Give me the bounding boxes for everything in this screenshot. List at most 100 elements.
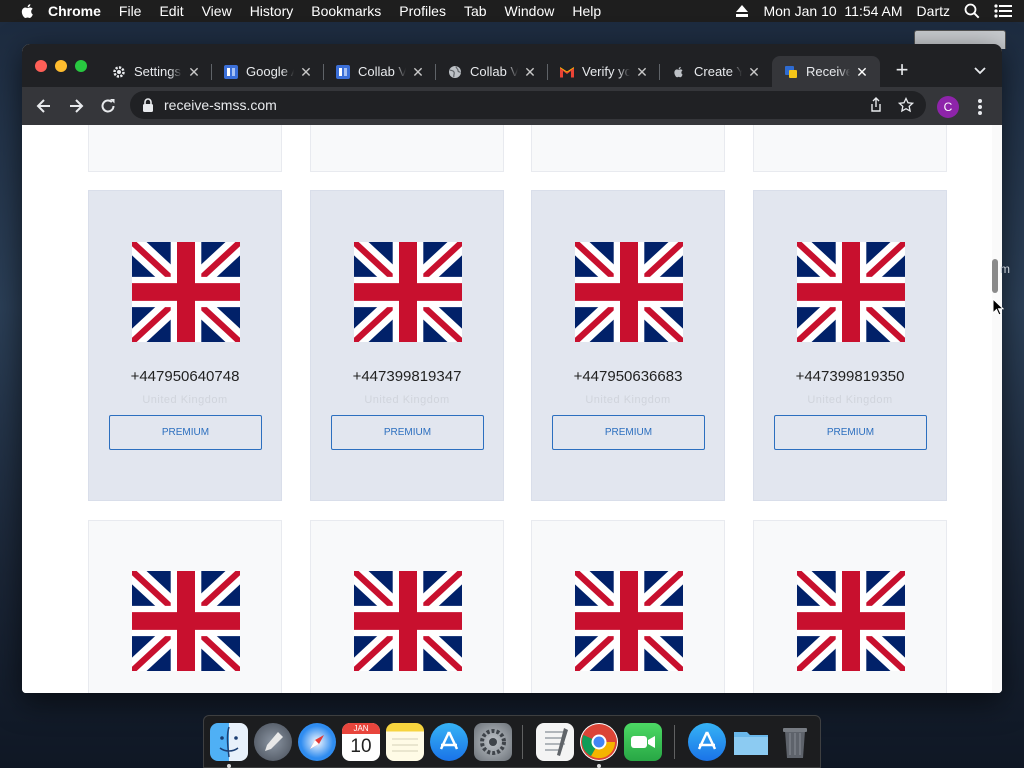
menu-edit[interactable]: Edit — [159, 3, 183, 19]
tab-receive-smss[interactable]: Receive ✕ — [772, 56, 880, 87]
number-card[interactable] — [88, 520, 282, 693]
tab-close-icon[interactable]: ✕ — [746, 64, 762, 80]
premium-button[interactable]: PREMIUM — [552, 415, 705, 450]
chrome-window: Settings ✕ Google Ads ✕ Collab Voice ✕ C… — [22, 44, 1002, 693]
tab-close-icon[interactable]: ✕ — [410, 64, 426, 80]
number-card[interactable] — [753, 520, 947, 693]
notes-icon[interactable] — [386, 723, 424, 761]
reload-icon[interactable] — [98, 96, 118, 116]
menu-window[interactable]: Window — [505, 3, 555, 19]
back-arrow-icon[interactable] — [34, 96, 54, 116]
menu-history[interactable]: History — [250, 3, 294, 19]
tab-title: Verify your — [582, 64, 630, 79]
premium-button[interactable]: PREMIUM — [774, 415, 927, 450]
tab-close-icon[interactable]: ✕ — [854, 64, 870, 80]
system-preferences-icon[interactable] — [474, 723, 512, 761]
number-card-partial[interactable] — [310, 125, 504, 172]
launchpad-icon[interactable] — [254, 723, 292, 761]
apple-menu-icon[interactable] — [20, 3, 36, 19]
address-bar[interactable]: receive-smss.com — [130, 91, 926, 119]
background-window-text: m — [1000, 262, 1010, 276]
window-minimize-button[interactable] — [55, 60, 67, 72]
number-card-partial[interactable] — [753, 125, 947, 172]
url-text[interactable]: receive-smss.com — [164, 91, 277, 119]
uk-flag-icon — [575, 571, 683, 671]
menubar-clock[interactable]: Mon Jan 10 11:54 AM — [763, 3, 902, 19]
menu-help[interactable]: Help — [572, 3, 601, 19]
lock-icon[interactable] — [142, 98, 154, 112]
tab-gmail-verify[interactable]: Verify your ✕ — [548, 56, 660, 87]
menu-tab[interactable]: Tab — [464, 3, 487, 19]
uk-flag-icon — [354, 571, 462, 671]
more-menu-icon[interactable] — [977, 96, 983, 118]
downloads-folder-icon[interactable] — [732, 723, 770, 761]
tab-create-apple-id[interactable]: Create Your ✕ — [660, 56, 772, 87]
app-store-icon[interactable] — [430, 723, 468, 761]
tab-settings[interactable]: Settings ✕ — [100, 56, 212, 87]
google-ads-icon — [336, 64, 350, 79]
app-store-folder-icon[interactable] — [688, 723, 726, 761]
country-label: United Kingdom — [807, 394, 893, 406]
premium-button[interactable]: PREMIUM — [331, 415, 484, 450]
trash-icon[interactable] — [776, 723, 814, 761]
tab-close-icon[interactable]: ✕ — [298, 64, 314, 80]
tab-strip: Settings ✕ Google Ads ✕ Collab Voice ✕ C… — [22, 44, 1002, 87]
menu-view[interactable]: View — [202, 3, 232, 19]
running-indicator — [227, 764, 231, 768]
tab-title: Create Your — [694, 64, 742, 79]
tab-google-ads[interactable]: Google Ads ✕ — [212, 56, 324, 87]
tab-collab-voice-1[interactable]: Collab Voice ✕ — [324, 56, 436, 87]
menu-bookmarks[interactable]: Bookmarks — [311, 3, 381, 19]
finder-icon[interactable] — [210, 723, 248, 761]
chrome-icon[interactable] — [580, 723, 618, 761]
number-card-premium[interactable]: +447950640748 United Kingdom PREMIUM — [88, 190, 282, 501]
number-card-premium[interactable]: +447950636683 United Kingdom PREMIUM — [531, 190, 725, 501]
window-maximize-button[interactable] — [75, 60, 87, 72]
tab-collab-voice-2[interactable]: Collab Voice ✕ — [436, 56, 548, 87]
tab-title: Collab Voice — [470, 64, 518, 79]
menu-file[interactable]: File — [119, 3, 142, 19]
window-close-button[interactable] — [35, 60, 47, 72]
dock-separator — [674, 725, 675, 759]
number-card-premium[interactable]: +447399819347 United Kingdom PREMIUM — [310, 190, 504, 501]
apple-icon — [672, 65, 686, 79]
bookmark-star-icon[interactable] — [898, 97, 914, 113]
menu-profiles[interactable]: Profiles — [399, 3, 446, 19]
uk-flag-icon — [797, 571, 905, 671]
tab-close-icon[interactable]: ✕ — [522, 64, 538, 80]
country-label: United Kingdom — [142, 394, 228, 406]
eject-icon[interactable] — [735, 5, 749, 17]
calendar-day: 10 — [350, 736, 372, 757]
uk-flag-icon — [797, 242, 905, 342]
tab-close-icon[interactable]: ✕ — [186, 64, 202, 80]
new-tab-button[interactable]: + — [892, 59, 912, 81]
number-card-partial[interactable] — [531, 125, 725, 172]
number-card[interactable] — [310, 520, 504, 693]
calendar-icon[interactable]: JAN 10 — [342, 723, 380, 761]
phone-number: +447399819347 — [352, 368, 462, 385]
number-card-partial[interactable] — [88, 125, 282, 172]
dock-separator — [522, 725, 523, 759]
forward-arrow-icon[interactable] — [66, 96, 86, 116]
gear-icon — [112, 65, 126, 79]
tab-close-icon[interactable]: ✕ — [634, 64, 650, 80]
spotlight-search-icon[interactable] — [964, 3, 980, 19]
page-scrollbar-track[interactable] — [992, 125, 1002, 693]
page-scrollbar-thumb[interactable] — [992, 259, 998, 293]
phone-number: +447399819350 — [795, 368, 905, 385]
safari-icon[interactable] — [298, 723, 336, 761]
gmail-icon — [560, 65, 574, 79]
calendar-month: JAN — [342, 723, 380, 734]
control-center-icon[interactable] — [994, 4, 1012, 18]
share-icon[interactable] — [868, 97, 884, 113]
premium-button[interactable]: PREMIUM — [109, 415, 262, 450]
number-card-premium[interactable]: +447399819350 United Kingdom PREMIUM — [753, 190, 947, 501]
receive-smss-icon — [784, 65, 798, 79]
number-card[interactable] — [531, 520, 725, 693]
app-menu-chrome[interactable]: Chrome — [48, 3, 101, 19]
tab-search-chevron-icon[interactable] — [972, 62, 988, 78]
facetime-icon[interactable] — [624, 723, 662, 761]
profile-avatar[interactable]: C — [937, 96, 959, 118]
menubar-user[interactable]: Dartz — [917, 3, 950, 19]
textedit-icon[interactable] — [536, 723, 574, 761]
